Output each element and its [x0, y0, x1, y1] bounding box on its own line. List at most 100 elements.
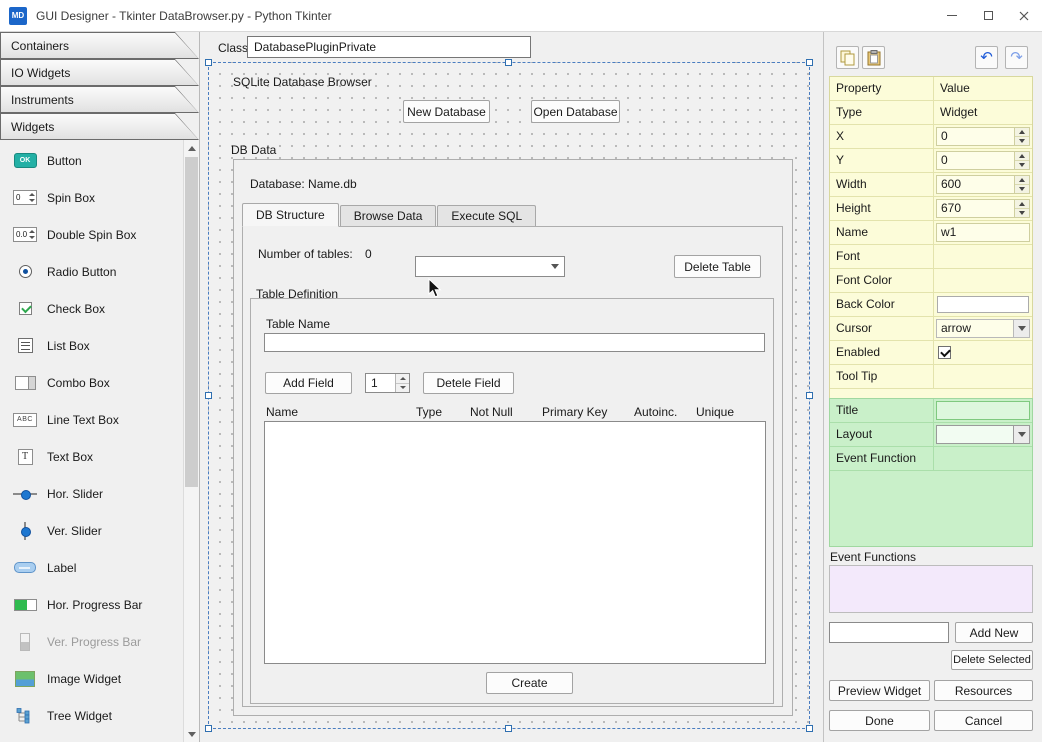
prop-x-spinbox[interactable]: 0 — [936, 127, 1030, 146]
scroll-down-icon[interactable] — [184, 726, 199, 742]
tab-db-structure[interactable]: DB Structure — [242, 203, 339, 227]
property-row-x: X 0 — [830, 125, 1032, 149]
scrollbar-thumb[interactable] — [185, 157, 198, 487]
selection-handle[interactable] — [505, 725, 512, 732]
prop-event-function-value[interactable] — [934, 447, 1032, 470]
palette-item-button[interactable]: OK Button — [0, 142, 183, 179]
done-button[interactable]: Done — [829, 710, 930, 731]
spin-down-icon[interactable] — [396, 384, 409, 393]
property-row-cursor: Cursor arrow — [830, 317, 1032, 341]
prop-font-value[interactable] — [934, 245, 1032, 268]
resources-button[interactable]: Resources — [934, 680, 1033, 701]
spin-down-icon[interactable] — [1015, 161, 1029, 169]
class-name-input[interactable]: DatabasePluginPrivate — [247, 36, 531, 58]
tab-browse-data[interactable]: Browse Data — [340, 205, 437, 226]
property-row-height: Height 670 — [830, 197, 1032, 221]
property-row-event-function: Event Function — [830, 447, 1032, 471]
section-containers[interactable]: Containers — [0, 32, 199, 59]
spin-up-icon[interactable] — [1015, 176, 1029, 185]
designed-widget-surface[interactable]: SQLite Database Browser New Database Ope… — [208, 62, 810, 729]
db-structure-panel: Number of tables: 0 Delete Table Table D… — [242, 226, 783, 707]
palette-item-table-widget[interactable]: Table Widget — [0, 734, 183, 742]
cancel-button[interactable]: Cancel — [934, 710, 1033, 731]
section-widgets[interactable]: Widgets — [0, 113, 199, 140]
delete-selected-button[interactable]: Delete Selected — [951, 650, 1033, 670]
selection-handle[interactable] — [205, 59, 212, 66]
prop-cursor-dropdown[interactable]: arrow — [936, 319, 1030, 338]
spin-up-icon[interactable] — [396, 374, 409, 384]
spin-down-icon[interactable] — [1015, 137, 1029, 145]
prop-font-color-value[interactable] — [934, 269, 1032, 292]
prop-value-type[interactable]: Widget — [934, 101, 1032, 124]
palette-item-hor-progress-bar[interactable]: Hor. Progress Bar — [0, 586, 183, 623]
prop-width-spinbox[interactable]: 600 — [936, 175, 1030, 194]
palette-item-radio-button[interactable]: Radio Button — [0, 253, 183, 290]
palette-item-text-box[interactable]: T Text Box — [0, 438, 183, 475]
tab-execute-sql[interactable]: Execute SQL — [437, 205, 536, 226]
prop-tool-tip-value[interactable] — [934, 365, 1032, 388]
palette-item-list-box[interactable]: List Box — [0, 327, 183, 364]
create-button[interactable]: Create — [486, 672, 573, 694]
prop-enabled-checkbox[interactable] — [938, 346, 951, 359]
palette-item-tree-widget[interactable]: Tree Widget — [0, 697, 183, 734]
spin-up-icon[interactable] — [1015, 200, 1029, 209]
undo-button[interactable]: ↶ — [975, 46, 998, 69]
delete-field-button[interactable]: Detele Field — [423, 372, 514, 394]
copy-button[interactable] — [836, 46, 859, 69]
selection-handle[interactable] — [505, 59, 512, 66]
green-grid-filler — [830, 471, 1032, 546]
palette-item-line-text-box[interactable]: ABC Line Text Box — [0, 401, 183, 438]
section-io-widgets[interactable]: IO Widgets — [0, 59, 199, 86]
close-button[interactable] — [1006, 0, 1042, 31]
database-name-label: Database: Name.db — [250, 177, 357, 191]
property-row-type: Type Widget — [830, 101, 1032, 125]
prop-height-spinbox[interactable]: 670 — [936, 199, 1030, 218]
selection-handle[interactable] — [205, 392, 212, 399]
palette-item-combo-box[interactable]: Combo Box — [0, 364, 183, 401]
scroll-up-icon[interactable] — [184, 140, 199, 156]
palette-item-hor-slider[interactable]: Hor. Slider — [0, 475, 183, 512]
palette-scrollbar[interactable] — [183, 140, 199, 742]
selection-handle[interactable] — [806, 725, 813, 732]
minimize-button[interactable] — [934, 0, 970, 31]
paste-button[interactable] — [862, 46, 885, 69]
redo-button[interactable]: ↷ — [1005, 46, 1028, 69]
spin-up-icon[interactable] — [1015, 128, 1029, 137]
selection-handle[interactable] — [806, 59, 813, 66]
new-database-button[interactable]: New Database — [403, 100, 490, 123]
palette-item-double-spin-box[interactable]: 0.0 Double Spin Box — [0, 216, 183, 253]
section-instruments[interactable]: Instruments — [0, 86, 199, 113]
spin-up-icon[interactable] — [1015, 152, 1029, 161]
fields-list-area[interactable] — [264, 421, 766, 664]
delete-table-button[interactable]: Delete Table — [674, 255, 761, 278]
prop-layout-dropdown[interactable] — [936, 425, 1030, 444]
palette-item-label[interactable]: Label — [0, 549, 183, 586]
palette-item-spin-box[interactable]: 0 Spin Box — [0, 179, 183, 216]
column-header-type: Type — [416, 405, 442, 419]
palette-item-ver-slider[interactable]: Ver. Slider — [0, 512, 183, 549]
add-new-button[interactable]: Add New — [955, 622, 1033, 643]
vertical-slider-icon — [18, 522, 32, 540]
selection-handle[interactable] — [205, 725, 212, 732]
palette-item-image-widget[interactable]: Image Widget — [0, 660, 183, 697]
spin-down-icon[interactable] — [1015, 209, 1029, 217]
maximize-button[interactable] — [970, 0, 1006, 31]
event-functions-listbox[interactable] — [829, 565, 1033, 613]
palette-item-check-box[interactable]: Check Box — [0, 290, 183, 327]
number-of-tables-value: 0 — [365, 247, 372, 261]
field-count-spinner[interactable]: 1 — [365, 373, 410, 393]
selection-handle[interactable] — [806, 392, 813, 399]
prop-name-input[interactable]: w1 — [936, 223, 1030, 242]
prop-y-spinbox[interactable]: 0 — [936, 151, 1030, 170]
event-function-name-input[interactable] — [829, 622, 949, 643]
value-column-header: Value — [934, 77, 1032, 100]
preview-widget-button[interactable]: Preview Widget — [829, 680, 930, 701]
tables-combobox[interactable] — [415, 256, 565, 277]
open-database-button[interactable]: Open Database — [531, 100, 620, 123]
table-name-input[interactable] — [264, 333, 765, 352]
add-field-button[interactable]: Add Field — [265, 372, 352, 394]
spin-down-icon[interactable] — [1015, 185, 1029, 193]
number-of-tables-label: Number of tables: — [258, 247, 353, 261]
prop-title-input[interactable] — [936, 401, 1030, 420]
prop-back-color-swatch[interactable] — [937, 296, 1029, 313]
